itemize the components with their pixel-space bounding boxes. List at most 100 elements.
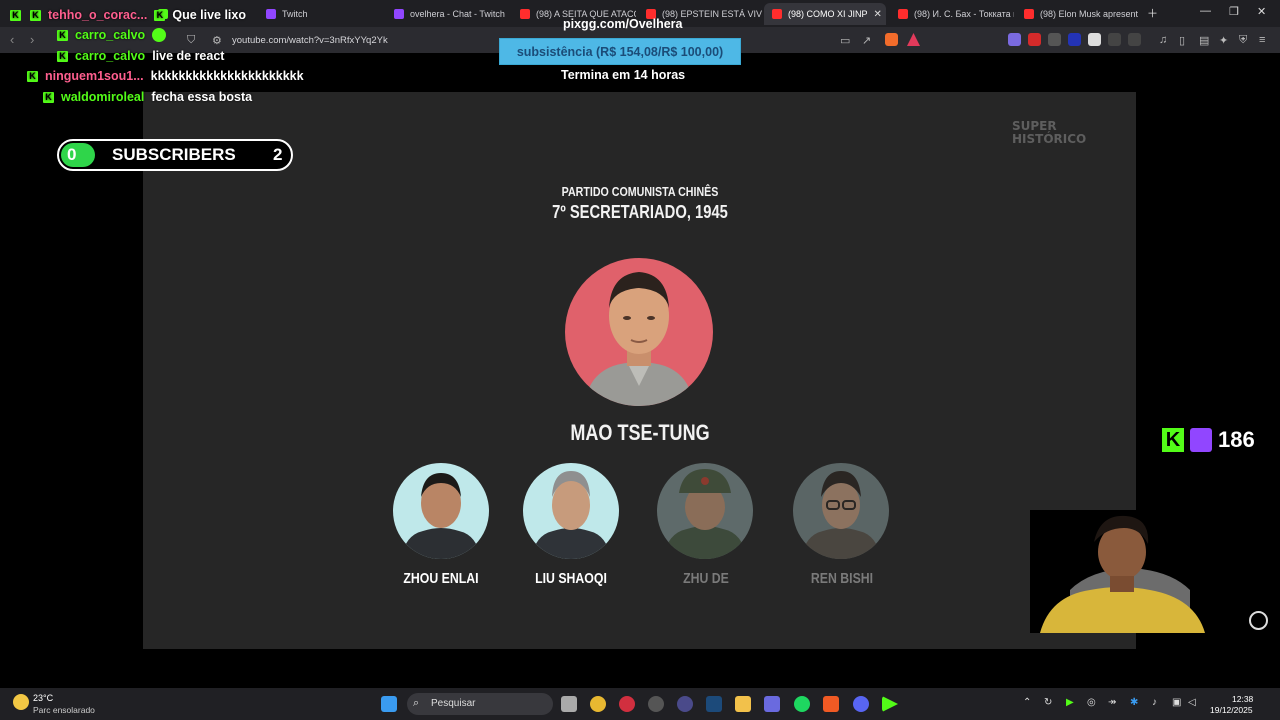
kick-icon: K — [1162, 428, 1184, 452]
donation-goal-bar: subsistência (R$ 154,08/R$ 100,00) — [499, 38, 741, 65]
twitch-icon — [1190, 428, 1212, 452]
site-info-icon[interactable]: ⚙ — [212, 34, 222, 47]
chat-username: tehho_o_corac... — [48, 8, 148, 22]
brave-shield-icon[interactable] — [885, 33, 898, 46]
tab-twitch-chat[interactable]: ovelhera - Chat - Twitch — [386, 3, 510, 25]
member-portrait-zhu-de — [657, 463, 753, 559]
tab-label: (98) COMO XI JINP — [788, 9, 868, 19]
opera-icon[interactable] — [619, 696, 635, 712]
secretariat-title: 7º SECRETARIADO, 1945 — [552, 202, 728, 222]
microphone-icon[interactable]: ♪ — [1152, 697, 1157, 708]
extension-icon[interactable] — [1128, 33, 1141, 46]
kick-icon: K — [27, 70, 38, 82]
play-icon[interactable]: ▶ — [1066, 697, 1074, 708]
taskbar-search[interactable] — [407, 693, 553, 715]
app-icon[interactable] — [648, 696, 664, 712]
tab-label: (98) И. С. Бах - Токката и — [914, 9, 1014, 19]
brave-icon[interactable] — [823, 696, 839, 712]
close-window-icon[interactable]: ✕ — [1257, 5, 1266, 18]
maximize-icon[interactable]: ❐ — [1229, 5, 1239, 18]
subscriber-target: 2 — [273, 145, 283, 164]
url-text[interactable]: youtube.com/watch?v=3nRfxYYq2Yk — [232, 35, 388, 46]
screen: Twitch ovelhera - Chat - Twitch (98) A S… — [0, 0, 1280, 720]
viewer-counter: K 186 — [1162, 427, 1255, 453]
youtube-icon — [520, 9, 530, 19]
chrome-icon[interactable] — [590, 696, 606, 712]
menu-icon[interactable]: ≡ — [1259, 34, 1265, 46]
twitch-icon — [394, 9, 404, 19]
subscriber-label: SUBSCRIBERS — [112, 145, 236, 164]
tab-label: Twitch — [282, 9, 308, 19]
wallet-icon[interactable]: ▤ — [1199, 34, 1209, 47]
member-name: ZHOU ENLAI — [403, 570, 479, 587]
tab-label: (98) Elon Musk apresentou — [1040, 9, 1138, 19]
bookmark-icon[interactable]: ⛉ — [187, 34, 195, 47]
forward-icon[interactable]: › — [30, 32, 34, 47]
discord-icon[interactable] — [853, 696, 869, 712]
file-explorer-icon[interactable] — [735, 696, 751, 712]
tray-icon[interactable]: ↠ — [1108, 697, 1116, 708]
weather-icon[interactable] — [13, 694, 29, 710]
chat-message: K waldomiroleal fecha essa bosta — [43, 90, 252, 104]
chat-username: ninguem1sou1... — [45, 69, 144, 83]
webcam-feed — [1030, 510, 1210, 633]
minimize-icon[interactable]: — — [1200, 5, 1211, 17]
cast-icon[interactable]: ▭ — [840, 34, 850, 47]
spotify-icon[interactable] — [794, 696, 810, 712]
youtube-icon — [898, 9, 908, 19]
chat-message: K K tehho_o_corac... K Que live lixo — [10, 8, 246, 22]
clock-time[interactable]: 12:38 — [1232, 694, 1253, 704]
new-tab-icon[interactable]: ＋ — [1147, 5, 1158, 21]
tab-youtube-musk[interactable]: (98) Elon Musk apresentou — [1016, 3, 1138, 25]
chevron-up-icon[interactable]: ⌃ — [1023, 697, 1031, 708]
close-tab-icon[interactable]: ✕ — [874, 9, 882, 20]
tab-youtube-active[interactable]: (98) COMO XI JINP ✕ — [764, 3, 886, 25]
steam-icon[interactable] — [706, 696, 722, 712]
extension-icon[interactable] — [1068, 33, 1081, 46]
extension-icon[interactable] — [1088, 33, 1101, 46]
search-placeholder[interactable]: Pesquisar — [431, 698, 475, 709]
network-icon[interactable]: ▣ — [1172, 697, 1181, 708]
leader-portrait — [565, 258, 713, 406]
extension-icon[interactable] — [1048, 33, 1061, 46]
member-name: ZHU DE — [683, 570, 729, 587]
extension-icon[interactable] — [1108, 33, 1121, 46]
chat-message: K ninguem1sou1... kkkkkkkkkkkkkkkkkkkkkk — [27, 69, 304, 83]
weather-temperature[interactable]: 23°C — [33, 693, 53, 703]
member-portrait-zhou-enlai — [393, 463, 489, 559]
kick-icon: K — [154, 9, 166, 21]
sync-icon[interactable]: ↻ — [1044, 697, 1052, 708]
tab-youtube-bach[interactable]: (98) И. С. Бах - Токката и — [890, 3, 1014, 25]
vpn-icon[interactable]: ⛨ — [1239, 34, 1247, 47]
chat-text: kkkkkkkkkkkkkkkkkkkkkk — [150, 69, 304, 83]
clock-date[interactable]: 19/12/2025 — [1210, 705, 1253, 715]
tab-label: ovelhera - Chat - Twitch — [410, 9, 505, 19]
donation-ends: Termina em 14 horas — [561, 68, 686, 82]
globe-icon[interactable] — [1249, 611, 1268, 630]
ai-icon[interactable]: ✦ — [1219, 34, 1228, 47]
member-portrait-liu-shaoqi — [523, 463, 619, 559]
task-view-icon[interactable] — [561, 696, 577, 712]
donation-goal-text: subsistência (R$ 154,08/R$ 100,00) — [516, 45, 724, 59]
tray-icon[interactable]: ◎ — [1087, 697, 1096, 708]
app-icon[interactable] — [677, 696, 693, 712]
share-icon[interactable]: ↗ — [862, 34, 871, 47]
chat-username: waldomiroleal — [61, 90, 145, 104]
subscriber-current: 0 — [67, 145, 77, 164]
volume-icon[interactable]: ◁ — [1188, 697, 1196, 708]
extension-icon[interactable] — [1028, 33, 1041, 46]
bluetooth-icon[interactable]: ✱ — [1130, 697, 1138, 708]
emote-icon — [152, 28, 167, 42]
donation-url: pixgg.com/Ovelhera — [563, 17, 683, 31]
extension-icon[interactable] — [1008, 33, 1021, 46]
search-icon: ⌕ — [413, 697, 420, 709]
app-icon[interactable] — [764, 696, 780, 712]
tab-twitch[interactable]: Twitch — [258, 3, 383, 25]
back-icon[interactable]: ‹ — [10, 32, 14, 47]
start-icon[interactable] — [381, 696, 397, 712]
chat-text: fecha essa bosta — [151, 90, 253, 104]
weather-description[interactable]: Parc ensolarado — [33, 705, 95, 715]
sidebar-icon[interactable]: ▯ — [1179, 34, 1185, 47]
kick-icon: K — [43, 91, 54, 103]
music-icon[interactable]: ♫ — [1159, 34, 1167, 46]
